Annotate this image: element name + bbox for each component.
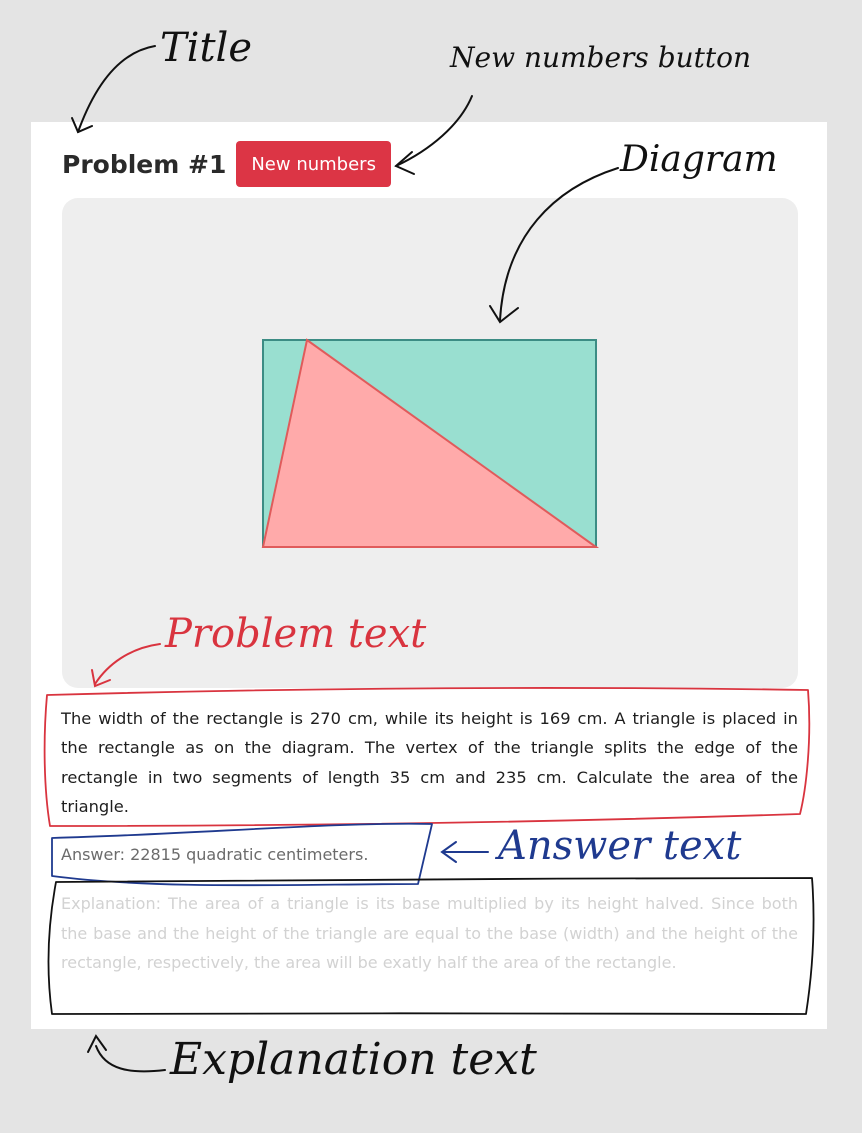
annotation-new-numbers-label: New numbers button xyxy=(450,41,752,74)
annotation-diagram-label: Diagram xyxy=(620,139,778,180)
explanation-text-arrow xyxy=(95,1045,166,1073)
annotation-problem-text-label: Problem text xyxy=(165,611,427,657)
annotation-explanation-text-label: Explanation text xyxy=(170,1034,537,1085)
explanation-text-arrowhead xyxy=(87,1034,107,1053)
page-title: Problem #1 xyxy=(62,149,227,179)
problem-text: The width of the rectangle is 270 cm, wh… xyxy=(61,709,798,816)
new-numbers-button[interactable]: New numbers xyxy=(236,141,391,187)
problem-header: Problem #1 New numbers xyxy=(62,141,391,187)
annotation-title-label: Title xyxy=(160,25,253,71)
explanation-text: Explanation: The area of a triangle is i… xyxy=(61,894,798,973)
annotation-answer-text-label: Answer text xyxy=(498,823,742,869)
title-arrow xyxy=(77,45,156,133)
